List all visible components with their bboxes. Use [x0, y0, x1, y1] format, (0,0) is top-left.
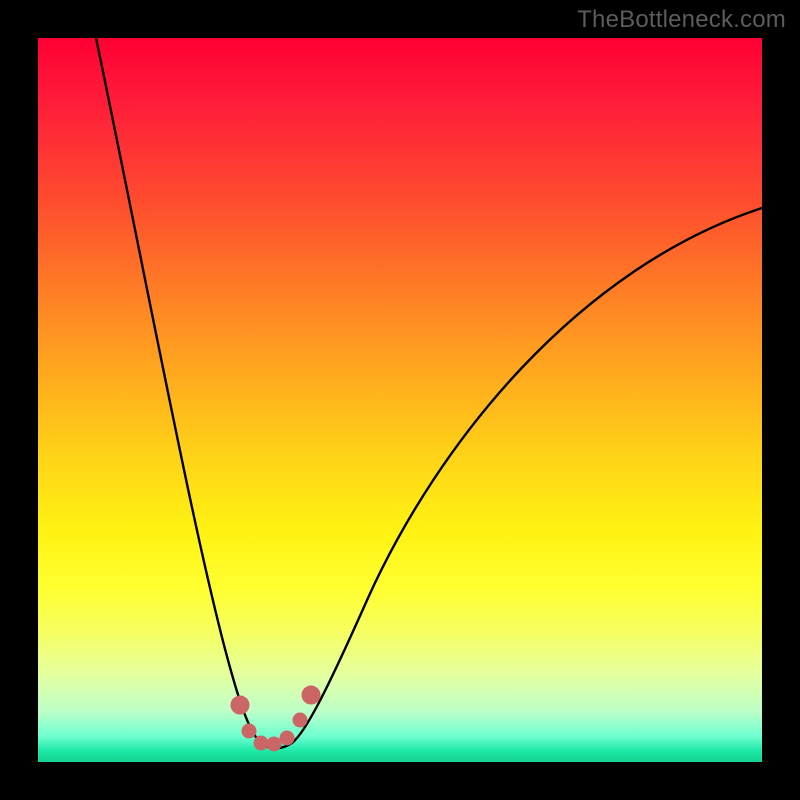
data-marker — [302, 686, 320, 704]
chart-stage: TheBottleneck.com — [0, 0, 800, 800]
data-marker — [280, 731, 294, 745]
plot-area — [38, 38, 762, 762]
marker-layer — [38, 38, 762, 762]
attribution-label: TheBottleneck.com — [577, 6, 786, 34]
data-marker — [254, 736, 268, 750]
data-marker — [242, 724, 256, 738]
data-marker — [293, 713, 307, 727]
data-marker — [267, 737, 281, 751]
data-marker — [231, 696, 249, 714]
marker-group — [231, 686, 320, 751]
